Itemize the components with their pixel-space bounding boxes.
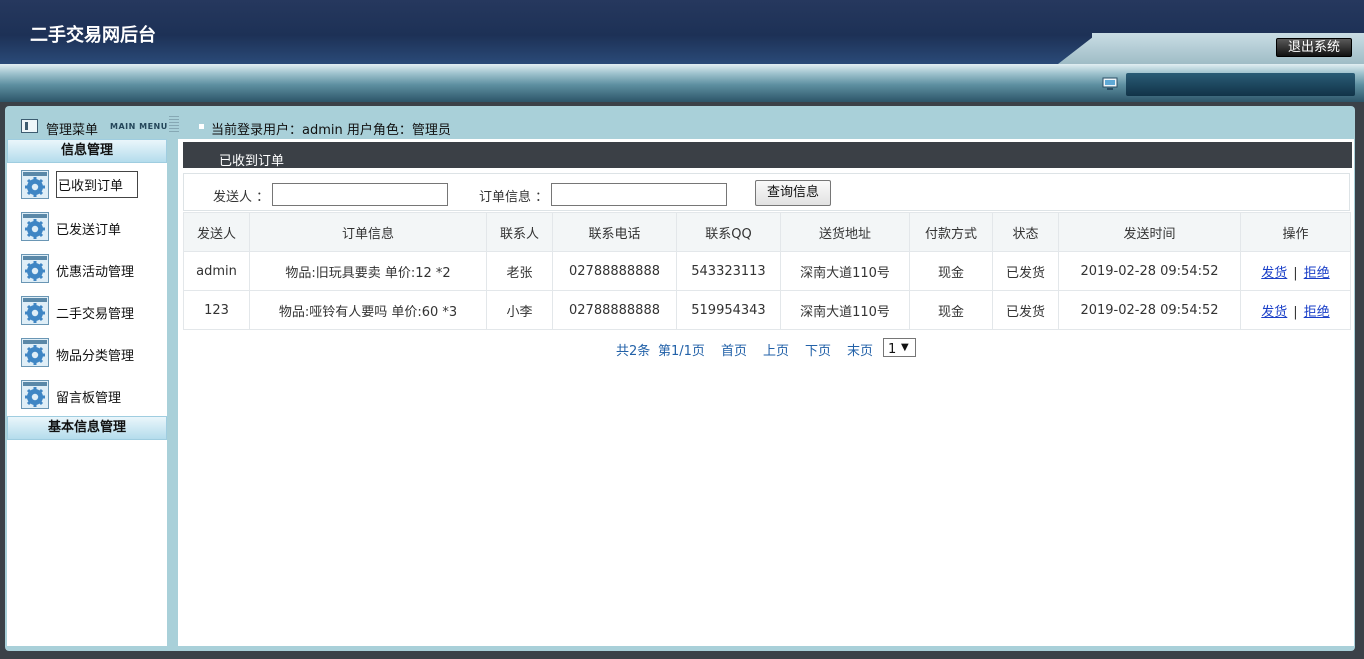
first-page-link[interactable]: 首页: [721, 340, 747, 359]
sidebar-group-info-management[interactable]: 信息管理: [7, 139, 167, 163]
table-cell: 543323113: [676, 251, 781, 291]
prev-page-link[interactable]: 上页: [763, 340, 789, 359]
table-row: 123 物品:哑铃有人要吗 单价:60 *3 小李 02788888888 51…: [183, 290, 1351, 330]
table-cell: 02788888888: [552, 251, 677, 291]
ship-link[interactable]: 发货: [1261, 266, 1287, 281]
table-cell: 深南大道110号: [780, 251, 910, 291]
site-title: 二手交易网后台: [30, 25, 156, 46]
search-button[interactable]: 查询信息: [755, 180, 831, 206]
orders-table: 发送人 订单信息 联系人 联系电话 联系QQ 送货地址 付款方式 状态 发送时间…: [183, 212, 1351, 330]
next-page-link[interactable]: 下页: [805, 340, 831, 359]
gear-icon: [21, 254, 49, 283]
search-form: 发送人 ： 订单信息 ： 查询信息: [183, 173, 1350, 211]
action-separator: |: [1293, 265, 1298, 281]
table-cell: 现金: [909, 251, 993, 291]
page-select-value: 1: [888, 342, 897, 357]
sidebar: 信息管理 已收到订单 已发送订单 优惠活动管理 二手交易管理 物品分类管理 留言…: [7, 139, 167, 646]
total-count: 共2条: [616, 344, 651, 359]
content-area: 已收到订单 发送人 ： 订单信息 ： 查询信息 发送人 订单信息 联系人 联系电…: [178, 139, 1354, 646]
gear-icon: [21, 212, 49, 241]
logout-button[interactable]: 退出系统: [1276, 38, 1352, 57]
sidebar-item-sent-orders[interactable]: 已发送订单: [21, 212, 161, 244]
page-indicator: 第1/1页: [658, 344, 705, 359]
actions-cell: 发货 | 拒绝: [1240, 290, 1351, 330]
sender-input[interactable]: [272, 183, 448, 206]
table-cell: admin: [183, 251, 250, 291]
column-header: 联系电话: [552, 212, 677, 252]
status-bar: [1126, 73, 1355, 96]
column-header: 发送人: [183, 212, 250, 252]
column-header: 操作: [1240, 212, 1351, 252]
toolbar-strip: [0, 64, 1364, 102]
header: 二手交易网后台 退出系统: [0, 0, 1364, 64]
monitor-icon: [1102, 77, 1118, 90]
table-cell: 已发货: [992, 290, 1059, 330]
gear-icon: [21, 296, 49, 325]
sidebar-item-label: 已收到订单: [56, 171, 139, 198]
table-cell: 2019-02-28 09:54:52: [1058, 251, 1241, 291]
sidebar-group-basic-info[interactable]: 基本信息管理: [7, 416, 167, 440]
sidebar-item-label: 优惠活动管理: [56, 265, 135, 280]
reject-link[interactable]: 拒绝: [1304, 305, 1330, 320]
column-header: 状态: [992, 212, 1059, 252]
menu-icon: [21, 119, 38, 133]
table-cell: 已发货: [992, 251, 1059, 291]
page-title: 已收到订单: [219, 154, 285, 169]
bullet-icon: [199, 124, 204, 129]
table-header-row: 发送人 订单信息 联系人 联系电话 联系QQ 送货地址 付款方式 状态 发送时间…: [183, 212, 1351, 252]
action-separator: |: [1293, 304, 1298, 320]
ship-link[interactable]: 发货: [1261, 305, 1287, 320]
info-bar: 管理菜单 MAIN MENU 当前登录用户：admin 用户角色：管理员: [7, 112, 1354, 138]
sidebar-item-received-orders[interactable]: 已收到订单: [21, 170, 161, 202]
table-cell: 519954343: [676, 290, 781, 330]
sidebar-item-message-board[interactable]: 留言板管理: [21, 380, 161, 412]
column-header: 发送时间: [1058, 212, 1241, 252]
column-header: 联系QQ: [676, 212, 781, 252]
gear-icon: [21, 170, 49, 199]
menu-title: 管理菜单: [46, 123, 99, 138]
reject-link[interactable]: 拒绝: [1304, 266, 1330, 281]
column-header: 订单信息: [249, 212, 487, 252]
sidebar-item-label: 物品分类管理: [56, 349, 135, 364]
order-info-input[interactable]: [551, 183, 727, 206]
page-select[interactable]: 1 ▼: [883, 338, 916, 357]
sidebar-item-category[interactable]: 物品分类管理: [21, 338, 161, 370]
actions-cell: 发货 | 拒绝: [1240, 251, 1351, 291]
current-user-info: 当前登录用户：admin 用户角色：管理员: [211, 123, 451, 138]
table-row: admin 物品:旧玩具要卖 单价:12 *2 老张 02788888888 5…: [183, 251, 1351, 291]
sidebar-item-promotions[interactable]: 优惠活动管理: [21, 254, 161, 286]
table-cell: 物品:哑铃有人要吗 单价:60 *3: [249, 290, 487, 330]
content-title-bar: 已收到订单: [183, 142, 1352, 169]
sidebar-item-label: 已发送订单: [56, 223, 122, 238]
column-header: 送货地址: [780, 212, 910, 252]
order-info-label: 订单信息 ：: [479, 190, 549, 205]
table-cell: 02788888888: [552, 290, 677, 330]
menu-title-en: MAIN MENU: [110, 122, 168, 131]
sender-label: 发送人 ：: [213, 190, 270, 205]
table-cell: 小李: [486, 290, 553, 330]
table-cell: 现金: [909, 290, 993, 330]
gear-icon: [21, 338, 49, 367]
last-page-link[interactable]: 末页: [847, 340, 873, 359]
column-header: 联系人: [486, 212, 553, 252]
chevron-down-icon: ▼: [901, 342, 909, 353]
sidebar-grip-handle[interactable]: [169, 116, 179, 132]
sidebar-item-label: 留言板管理: [56, 391, 122, 406]
table-cell: 深南大道110号: [780, 290, 910, 330]
column-header: 付款方式: [909, 212, 993, 252]
table-cell: 老张: [486, 251, 553, 291]
table-cell: 2019-02-28 09:54:52: [1058, 290, 1241, 330]
table-cell: 123: [183, 290, 250, 330]
table-cell: 物品:旧玩具要卖 单价:12 *2: [249, 251, 487, 291]
sidebar-item-label: 二手交易管理: [56, 307, 135, 322]
sidebar-item-secondhand-trade[interactable]: 二手交易管理: [21, 296, 161, 328]
gear-icon: [21, 380, 49, 409]
